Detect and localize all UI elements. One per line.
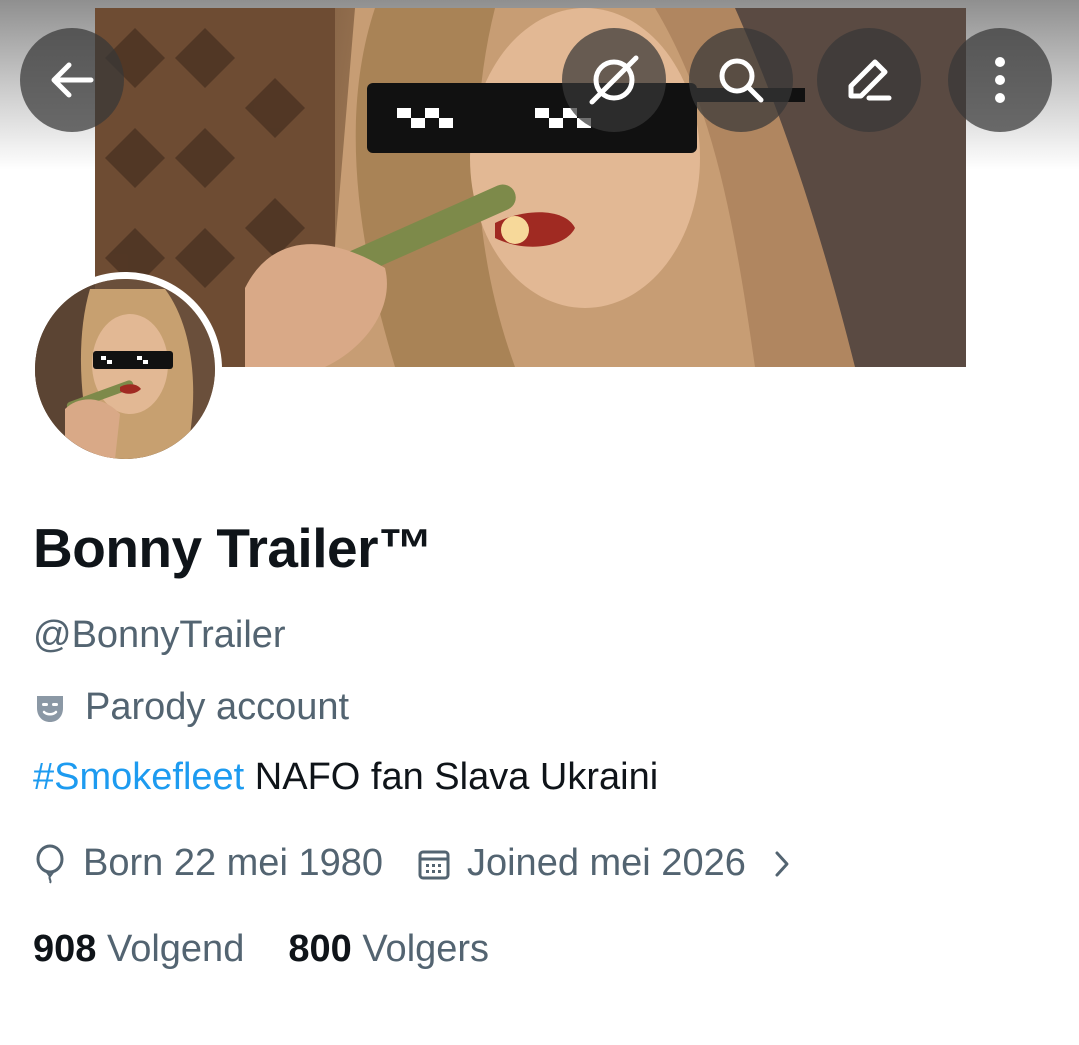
pencil-icon [848, 59, 892, 101]
joined-text: Joined mei 2026 [466, 842, 746, 884]
profile-meta: Born 22 mei 1980 Joined mei 2026 [33, 842, 792, 885]
follow-stats: 908 Volgend 800 Volgers [33, 928, 489, 971]
display-name: Bonny Trailer™ [33, 517, 433, 579]
following-label: Volgend [106, 928, 245, 970]
birthday-text: Born 22 mei 1980 [83, 842, 383, 884]
following-link[interactable]: 908 Volgend [33, 928, 244, 971]
theater-mask-icon [37, 695, 63, 722]
profile-avatar[interactable] [28, 272, 222, 466]
parody-label: Parody account [33, 686, 349, 729]
search-icon [719, 58, 764, 103]
birthday-item: Born 22 mei 1980 [33, 842, 383, 885]
hashtag-link[interactable]: #Smokefleet [33, 756, 244, 798]
more-vertical-icon [995, 57, 1005, 103]
followers-count: 800 [288, 928, 352, 970]
avatar-image [35, 279, 215, 459]
back-button[interactable] [20, 28, 124, 132]
joined-item: Joined mei 2026 [417, 842, 746, 885]
parody-label-text: Parody account [85, 686, 350, 728]
following-count: 908 [33, 928, 97, 970]
arrow-left-icon [51, 62, 94, 98]
search-button[interactable] [689, 28, 793, 132]
bio-text: NAFO fan Slava Ukraini [244, 756, 659, 798]
balloon-icon [36, 844, 64, 884]
calendar-icon [418, 850, 450, 879]
user-handle: @BonnyTrailer [33, 614, 286, 656]
avatar-illustration [35, 279, 215, 459]
grok-icon [589, 55, 639, 105]
compose-button[interactable] [817, 28, 921, 132]
more-options-button[interactable] [948, 28, 1052, 132]
chevron-right-icon[interactable] [772, 848, 792, 880]
grok-button[interactable] [562, 28, 666, 132]
followers-link[interactable]: 800 Volgers [288, 928, 489, 971]
profile-bio: #Smokefleet NAFO fan Slava Ukraini [33, 756, 658, 799]
followers-label: Volgers [362, 928, 490, 970]
